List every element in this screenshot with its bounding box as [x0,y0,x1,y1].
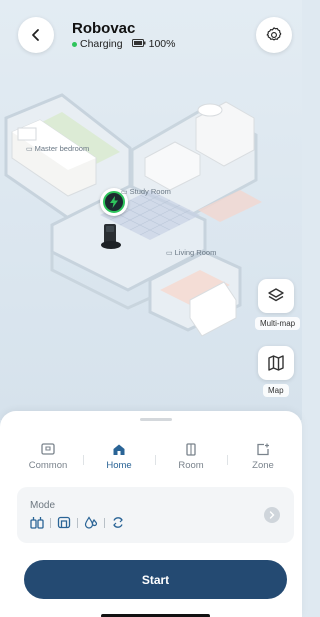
room-label-study-room[interactable]: ▭ Study Room [121,187,171,196]
chevron-right-icon [269,511,275,519]
chevron-left-icon [32,29,39,41]
tab-room[interactable]: Room [156,443,226,471]
device-name: Robovac [72,20,136,37]
cycle-icon [113,517,123,528]
room-label-master-bedroom[interactable]: ▭ Master bedroom [26,144,89,153]
room-icon: ▭ [166,249,173,257]
clean-mode-tabs: Common Home Room Zone [8,443,294,479]
device-status: Charging 100% [72,38,175,50]
charging-dock-icon [100,222,122,255]
door-icon [186,443,196,456]
settings-button[interactable] [256,17,292,53]
battery-level: 100% [148,38,176,50]
common-icon [41,443,55,455]
layers-icon [268,288,284,302]
home-icon [113,444,125,455]
room-label-living-room[interactable]: ▭ Living Room [166,248,216,257]
multi-map-label: Multi-map [255,317,301,330]
mode-divider [77,517,78,528]
floor-map [4,93,262,337]
room-icon: ▭ [121,188,128,196]
map-label: Map [263,384,289,397]
mode-expand-button[interactable] [264,507,280,523]
tab-home[interactable]: Home [84,443,154,471]
mode-divider [104,517,105,528]
gear-icon [266,27,282,41]
mode-selector[interactable]: Mode [17,487,294,543]
map-icon [268,355,284,371]
tab-common[interactable]: Common [13,443,83,471]
mode-title: Mode [30,500,56,511]
start-button[interactable]: Start [24,560,287,599]
room-icon: ▭ [26,145,33,153]
status-dot-icon [72,41,77,47]
mop-icon [57,516,71,529]
zone-add-icon [257,443,269,456]
tab-zone[interactable]: Zone [228,443,298,471]
sheet-drag-handle[interactable] [140,418,172,421]
mode-icons [30,516,125,529]
battery-icon [131,38,146,50]
back-button[interactable] [18,17,54,53]
mode-divider [50,517,51,528]
control-sheet: Common Home Room Zone Mode Start [0,411,302,617]
map-view[interactable]: ▭ Master bedroom ▭ Study Room ▭ Living R… [0,0,302,420]
water-level-icon [84,516,98,529]
status-text: Charging [80,38,123,50]
map-button[interactable] [258,346,294,380]
multi-map-button[interactable] [258,279,294,313]
vacuum-mop-icon [30,517,44,529]
